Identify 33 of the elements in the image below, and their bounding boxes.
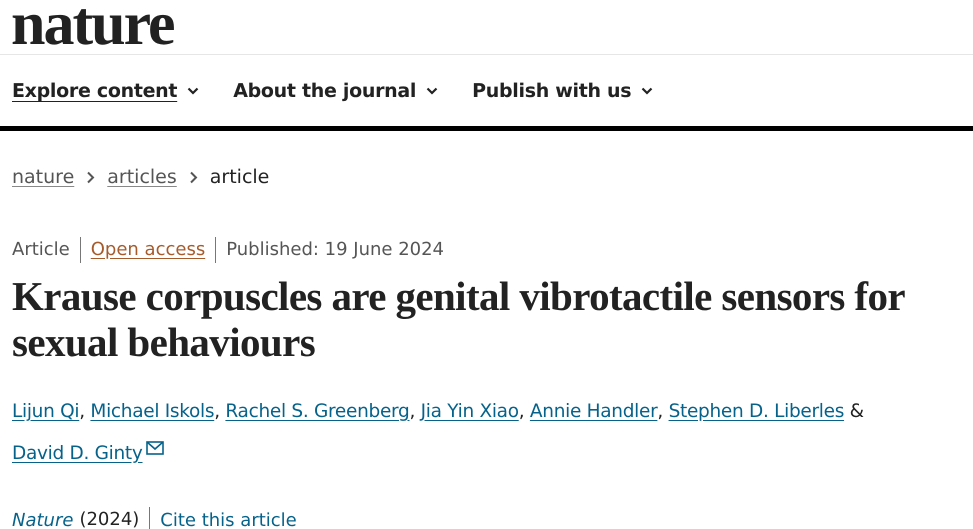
open-access-link[interactable]: Open access <box>90 239 206 260</box>
author-link[interactable]: Lijun Qi <box>12 401 80 422</box>
author-link[interactable]: Rachel S. Greenberg <box>225 401 410 422</box>
article-meta-text: Published: 19 June 2024 <box>215 237 454 263</box>
breadcrumb-link[interactable]: nature <box>12 166 74 188</box>
chevron-down-icon <box>187 86 200 94</box>
separator-text: , <box>79 401 85 422</box>
journal-logo[interactable]: nature <box>11 0 174 49</box>
separator-text: , <box>518 401 524 422</box>
chevron-down-icon <box>426 86 438 94</box>
separator-text: , <box>214 401 220 422</box>
separator-text: , <box>409 401 416 422</box>
article-meta-text: Article <box>12 238 71 262</box>
author-link[interactable]: Jia Yin Xiao <box>420 401 519 422</box>
journal-link[interactable]: Nature <box>12 510 74 529</box>
chevron-right-icon <box>188 170 198 184</box>
author-link[interactable]: Stephen D. Liberles <box>668 401 844 422</box>
chevron-down-icon <box>641 86 654 94</box>
chevron-right-icon <box>86 170 96 184</box>
separator-text: , <box>657 401 663 422</box>
article-title: Krause corpuscles are genital vibrotactile sensors for sexual behaviours <box>12 273 906 365</box>
nav-menu-item[interactable]: Explore content <box>12 80 200 102</box>
breadcrumb-link[interactable]: articles <box>107 166 177 188</box>
year-text: (2024) <box>79 507 150 529</box>
author-link[interactable]: David D. Ginty <box>12 443 143 464</box>
author-link[interactable]: Annie Handler <box>530 401 658 422</box>
separator-text: & <box>850 401 864 422</box>
cite-link[interactable]: Cite this article <box>160 510 297 529</box>
author-link[interactable]: Michael Iskols <box>90 401 214 422</box>
breadcrumb-current: article <box>210 166 270 188</box>
nav-menu-item[interactable]: About the journal <box>233 80 438 102</box>
nav-menu-item[interactable]: Publish with us <box>472 80 654 102</box>
email-icon[interactable] <box>146 441 164 455</box>
